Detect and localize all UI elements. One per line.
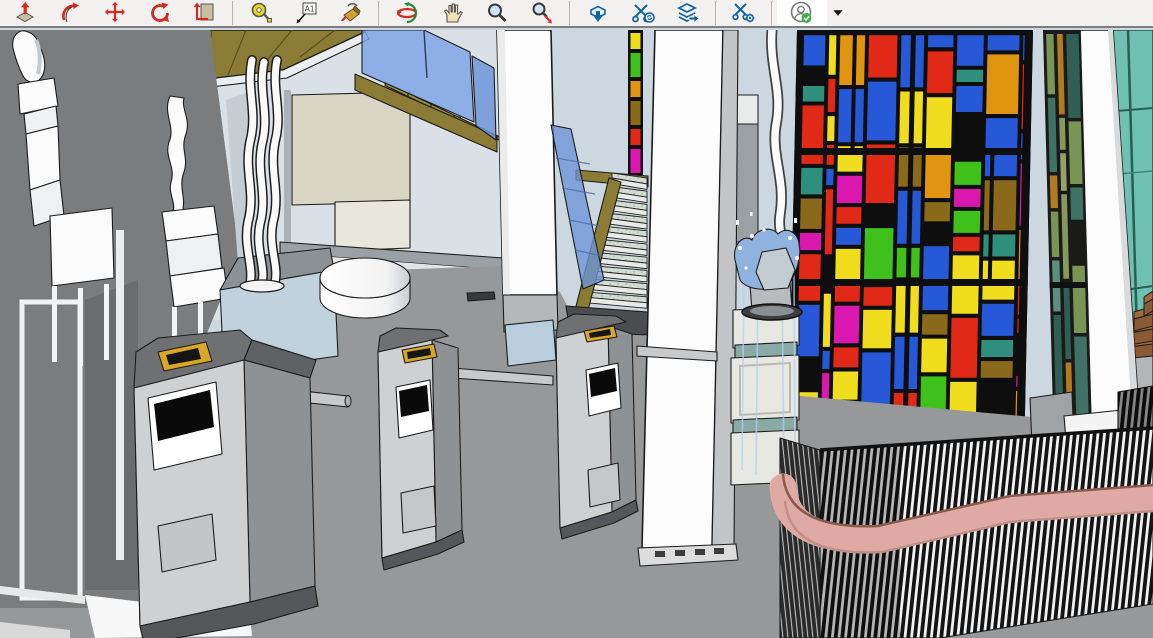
offset-icon (193, 1, 217, 25)
account-avatar-button[interactable] (777, 0, 827, 26)
model-download-icon (586, 1, 610, 25)
floor-vent (467, 292, 495, 301)
toolbar-separator (569, 1, 570, 25)
section-cut-settings-icon (732, 1, 756, 25)
account-caret-button[interactable] (827, 0, 849, 26)
wavy-sculpture (240, 60, 284, 292)
toolbar-separator (715, 1, 716, 25)
rotate-button[interactable] (137, 0, 182, 26)
model-download-button[interactable] (575, 0, 620, 26)
toolbar-separator (771, 1, 772, 25)
toolbar-separator (378, 1, 379, 25)
column-left (497, 30, 558, 366)
push-pull-icon (13, 1, 37, 25)
layers-forward-icon (676, 1, 700, 25)
3d-viewport[interactable] (0, 30, 1153, 638)
account-avatar-icon (790, 1, 814, 25)
paint-bucket-button[interactable] (328, 0, 373, 26)
layers-forward-button[interactable] (665, 0, 710, 26)
text-icon: A1 (294, 1, 318, 25)
section-cut-settings-button[interactable] (721, 0, 766, 26)
follow-me-button[interactable] (47, 0, 92, 26)
rotate-icon (148, 1, 172, 25)
zoom-icon (485, 1, 509, 25)
text-button[interactable]: A1 (283, 0, 328, 26)
tape-measure-button[interactable] (238, 0, 283, 26)
toolbar-separator (232, 1, 233, 25)
section-cut-sync-icon (631, 1, 655, 25)
zoom-button[interactable] (474, 0, 519, 26)
paint-bucket-icon (339, 1, 363, 25)
stained-glass-strip (628, 30, 643, 180)
move-icon (103, 1, 127, 25)
orbit-button[interactable] (384, 0, 429, 26)
svg-text:A1: A1 (304, 5, 314, 14)
tape-measure-icon (249, 1, 273, 25)
move-button[interactable] (92, 0, 137, 26)
section-cut-sync-button[interactable] (620, 0, 665, 26)
column-center (638, 30, 738, 566)
pan-button[interactable] (429, 0, 474, 26)
offset-button[interactable] (182, 0, 227, 26)
zoom-extents-icon (530, 1, 554, 25)
toolbar: A1 (0, 0, 1153, 28)
zoom-extents-button[interactable] (519, 0, 564, 26)
pan-icon (440, 1, 464, 25)
reception-desk (780, 428, 1153, 638)
follow-me-icon (58, 1, 82, 25)
account-caret-icon (827, 1, 849, 25)
cylinder-desk (320, 258, 410, 318)
push-pull-button[interactable] (2, 0, 47, 26)
orbit-icon (395, 1, 419, 25)
sketchup-window: A1 (0, 0, 1153, 638)
